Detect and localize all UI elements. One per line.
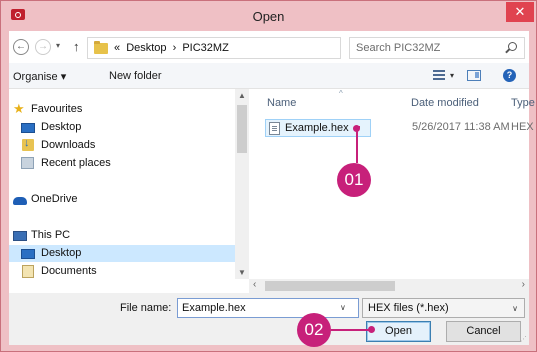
search-icon[interactable] [508, 42, 517, 51]
nav-item-documents[interactable]: Documents [9, 263, 235, 280]
star-icon: ★ [13, 101, 25, 116]
breadcrumb: « Desktop › PIC32MZ [114, 42, 232, 54]
nav-item-this-pc[interactable]: This PC [9, 227, 235, 244]
bottom-bar: File name: ∨ HEX files (*.hex) ∨ Open Ca… [9, 293, 529, 345]
file-name-label: File name: [120, 302, 172, 314]
dialog-client: ← → ▾ ↑ « Desktop › PIC32MZ ∨ ↻ Orga [9, 31, 535, 345]
column-header-name[interactable]: Name [267, 97, 296, 109]
search-input[interactable] [356, 41, 496, 55]
nav-item-label: Desktop [41, 247, 82, 259]
view-dropdown[interactable]: ▾ [450, 71, 454, 80]
nav-item-favourites[interactable]: ★ Favourites [9, 101, 235, 118]
downloads-icon [22, 137, 34, 151]
onedrive-icon [13, 197, 27, 205]
window-title: Open [252, 9, 285, 24]
scroll-up-icon[interactable]: ▲ [238, 91, 246, 100]
callout-01-line [356, 131, 358, 163]
breadcrumb-separator[interactable]: › [173, 42, 177, 54]
help-icon[interactable]: ? [503, 69, 516, 82]
desktop-icon [21, 123, 35, 133]
nav-item-label: This PC [31, 229, 71, 241]
recent-places-icon [21, 157, 34, 169]
chevron-down-icon: ∨ [512, 304, 518, 313]
column-header-type[interactable]: Type [511, 97, 535, 109]
nav-item-label: Downloads [41, 139, 96, 151]
up-button[interactable]: ↑ [73, 39, 80, 54]
search-box[interactable] [349, 37, 525, 59]
breadcrumb-pic32mz[interactable]: PIC32MZ [182, 42, 228, 54]
nav-scrollbar[interactable]: ▲ ▼ [235, 89, 249, 279]
file-type-select[interactable]: HEX files (*.hex) ∨ [362, 298, 525, 318]
toolbar: Organise ▾ New folder ▾ ? [9, 63, 529, 89]
scroll-down-icon[interactable]: ▼ [238, 268, 246, 277]
close-button[interactable]: ✕ [506, 2, 534, 22]
nav-item-label: OneDrive [31, 193, 78, 205]
nav-item-onedrive[interactable]: OneDrive [9, 191, 235, 208]
scroll-left-icon[interactable]: ‹ [253, 279, 256, 290]
nav-item-pc-desktop[interactable]: Desktop [9, 245, 235, 262]
path-box[interactable]: « Desktop › PIC32MZ ∨ ↻ [87, 37, 398, 59]
nav-item-label: Recent places [41, 157, 111, 169]
back-button[interactable]: ← [13, 39, 29, 55]
file-list: Name ^ Date modified Type Example.hex 5/… [249, 89, 535, 279]
scroll-thumb[interactable] [237, 105, 247, 153]
recent-locations-dropdown[interactable]: ▾ [56, 41, 60, 50]
address-bar: ← → ▾ ↑ « Desktop › PIC32MZ ∨ ↻ [9, 35, 529, 61]
new-folder-button[interactable]: New folder [109, 70, 162, 82]
forward-button[interactable]: → [35, 39, 51, 55]
nav-item-downloads[interactable]: Downloads [9, 137, 235, 154]
callout-01-badge: 01 [337, 163, 371, 197]
scroll-thumb[interactable] [265, 281, 395, 291]
file-type: HEX [511, 121, 534, 133]
navigation-pane: ★ Favourites Desktop Downloads Recent pl… [9, 89, 235, 279]
title-bar[interactable]: Open ✕ [1, 1, 536, 31]
horizontal-scrollbar[interactable]: ‹ › [249, 279, 529, 293]
nav-item-desktop[interactable]: Desktop [9, 119, 235, 136]
file-name-input[interactable] [177, 298, 359, 318]
callout-02-line [331, 329, 371, 331]
documents-icon [22, 265, 34, 278]
file-icon [269, 122, 280, 135]
sort-arrow-icon: ^ [339, 89, 343, 98]
open-dialog: Open ✕ ← → ▾ ↑ « Desktop › PIC32MZ ∨ ↻ [0, 0, 537, 352]
scroll-right-icon[interactable]: › [522, 279, 525, 290]
organise-button[interactable]: Organise ▾ [13, 70, 66, 83]
nav-item-recent-places[interactable]: Recent places [9, 155, 235, 172]
file-name-dropdown[interactable]: ∨ [340, 303, 346, 312]
resize-grip-icon[interactable]: ⋰ [520, 335, 527, 343]
file-type-value: HEX files (*.hex) [368, 302, 449, 314]
nav-item-label: Desktop [41, 121, 82, 133]
nav-item-label: Documents [41, 265, 97, 277]
file-name: Example.hex [285, 122, 349, 134]
callout-02-dot [368, 326, 375, 333]
callout-02-badge: 02 [297, 313, 331, 347]
desktop-icon [21, 249, 35, 259]
view-icon[interactable] [433, 70, 445, 81]
breadcrumb-desktop[interactable]: Desktop [126, 42, 166, 54]
file-date: 5/26/2017 11:38 AM [412, 121, 510, 133]
nav-item-label: Favourites [31, 103, 83, 115]
cancel-button[interactable]: Cancel [446, 321, 521, 342]
pc-icon [13, 231, 27, 241]
column-header-date[interactable]: Date modified [411, 97, 479, 109]
open-button[interactable]: Open [366, 321, 431, 342]
preview-pane-icon[interactable] [467, 70, 481, 81]
folder-icon [94, 41, 108, 54]
breadcrumb-overflow[interactable]: « [114, 42, 120, 54]
